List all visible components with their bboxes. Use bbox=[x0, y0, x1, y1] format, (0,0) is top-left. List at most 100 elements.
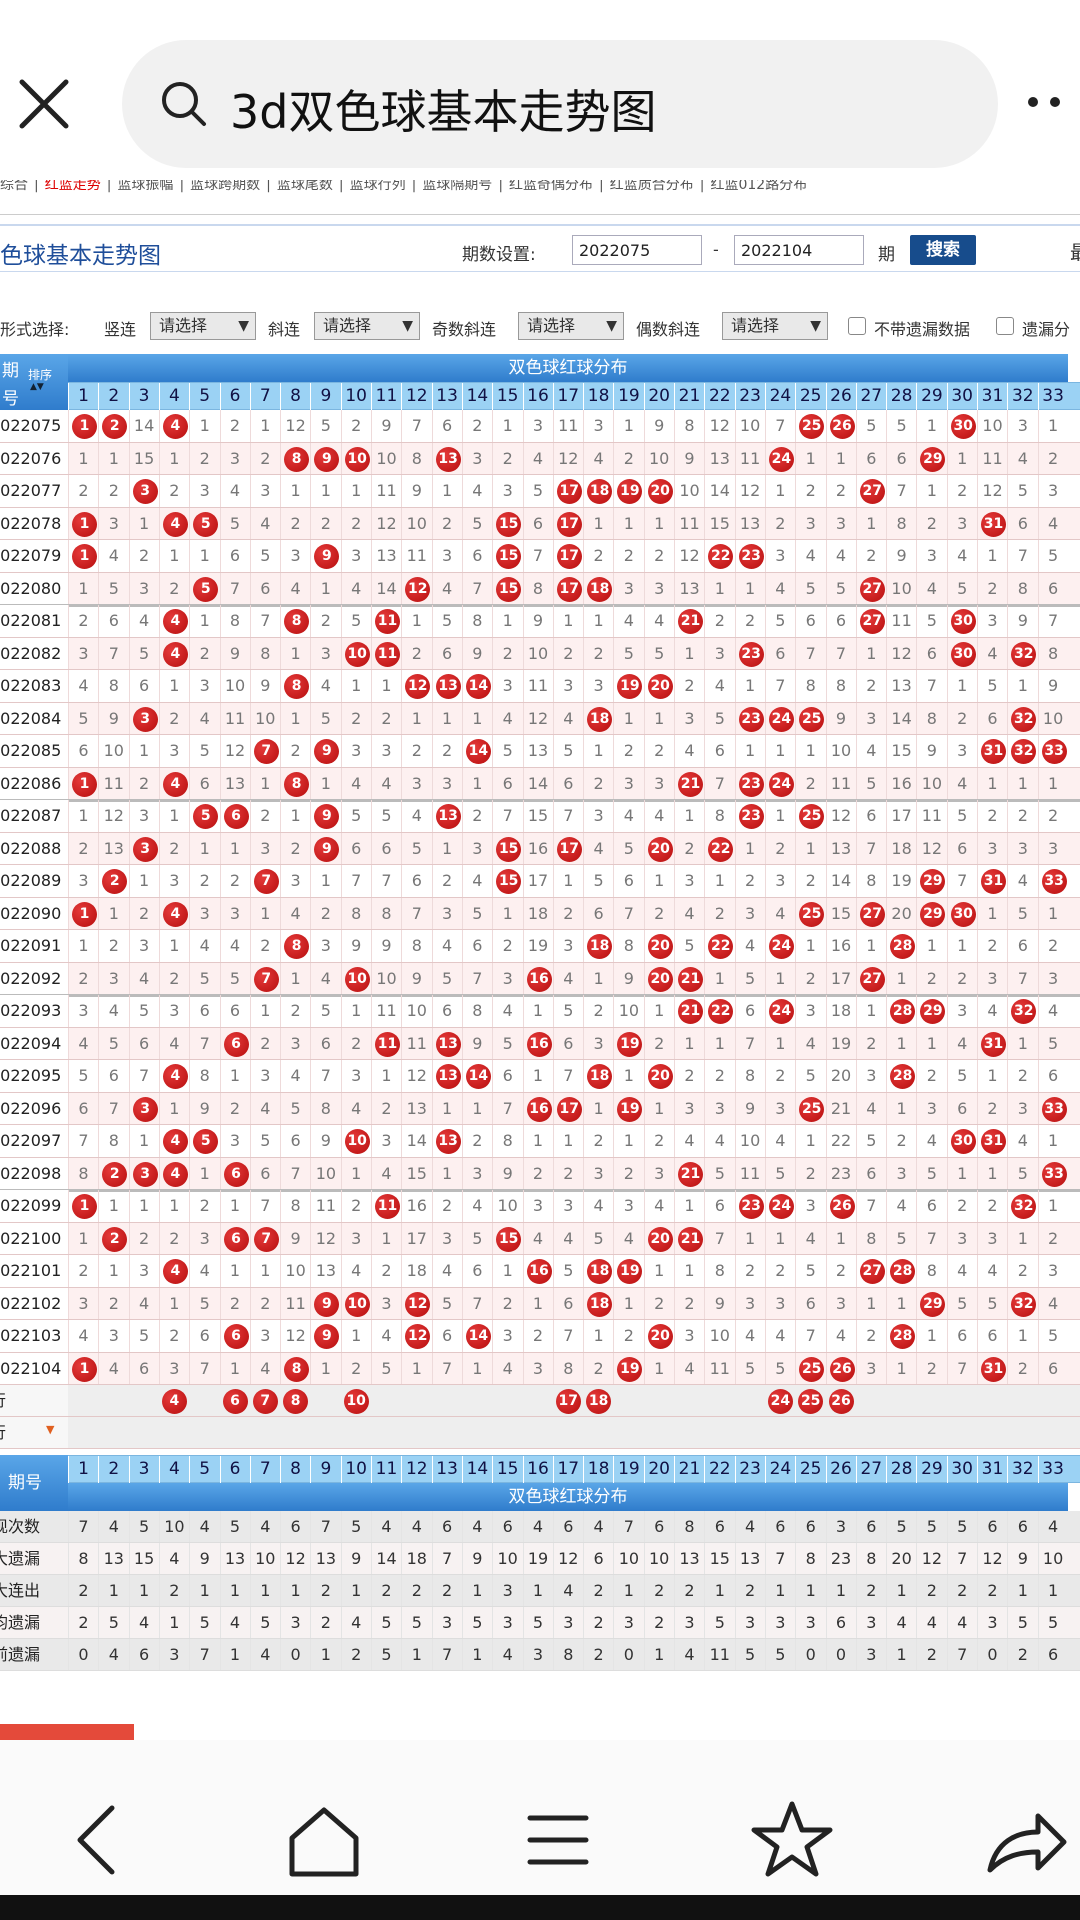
pick-cell[interactable]: 6 bbox=[220, 1385, 250, 1416]
red-ball[interactable]: 32 bbox=[1011, 1194, 1037, 1219]
red-ball[interactable]: 18 bbox=[587, 479, 613, 504]
red-ball[interactable]: 18 bbox=[587, 934, 613, 959]
red-ball[interactable]: 31 bbox=[981, 739, 1006, 764]
red-ball[interactable]: 3 bbox=[132, 706, 158, 732]
red-ball[interactable]: 14 bbox=[465, 1064, 491, 1089]
red-ball[interactable]: 23 bbox=[738, 1194, 764, 1219]
red-ball[interactable]: 2 bbox=[102, 414, 128, 439]
red-ball[interactable]: 1 bbox=[72, 511, 97, 537]
red-ball[interactable]: 29 bbox=[920, 1291, 946, 1317]
diagonal-select[interactable]: 请选择 ▼ bbox=[314, 312, 420, 340]
red-ball[interactable]: 7 bbox=[253, 869, 279, 894]
red-ball[interactable]: 1 bbox=[72, 1356, 97, 1382]
red-ball[interactable]: 1 bbox=[72, 771, 97, 797]
red-ball[interactable]: 21 bbox=[678, 1226, 703, 1252]
close-icon[interactable] bbox=[12, 72, 76, 136]
red-ball[interactable]: 17 bbox=[556, 479, 582, 504]
red-ball[interactable]: 24 bbox=[768, 934, 794, 959]
red-ball[interactable]: 17 bbox=[556, 544, 582, 569]
red-ball[interactable]: 12 bbox=[405, 576, 431, 602]
red-ball[interactable]: 22 bbox=[708, 934, 734, 959]
sort-button[interactable]: 排序 bbox=[28, 366, 52, 383]
red-ball[interactable]: 4 bbox=[162, 1161, 188, 1187]
red-ball[interactable]: 32 bbox=[1011, 999, 1037, 1024]
red-ball[interactable]: 5 bbox=[193, 1129, 219, 1154]
red-ball[interactable]: 30 bbox=[950, 641, 976, 667]
nav-link[interactable]: 红蓝走势 bbox=[45, 180, 101, 193]
red-ball[interactable]: 20 bbox=[647, 966, 673, 992]
miss-layer-checkbox[interactable] bbox=[996, 317, 1014, 335]
red-ball[interactable]: 3 bbox=[132, 1161, 158, 1187]
red-ball[interactable]: 4 bbox=[162, 641, 188, 667]
red-ball[interactable]: 19 bbox=[617, 1096, 643, 1122]
red-ball[interactable]: 3 bbox=[132, 836, 158, 862]
red-ball[interactable]: 19 bbox=[617, 1259, 643, 1284]
red-ball[interactable]: 12 bbox=[405, 674, 431, 699]
red-ball[interactable]: 9 bbox=[314, 1291, 340, 1317]
red-ball[interactable]: 4 bbox=[161, 1389, 187, 1414]
red-ball[interactable]: 21 bbox=[678, 999, 703, 1024]
red-ball[interactable]: 15 bbox=[496, 576, 522, 602]
red-ball[interactable]: 5 bbox=[193, 576, 219, 602]
red-ball[interactable]: 22 bbox=[708, 836, 734, 862]
red-ball[interactable]: 7 bbox=[253, 1226, 279, 1252]
red-ball[interactable]: 4 bbox=[162, 1064, 188, 1089]
red-ball[interactable]: 10 bbox=[344, 1129, 370, 1154]
red-ball[interactable]: 8 bbox=[284, 609, 310, 634]
red-ball[interactable]: 32 bbox=[1011, 1291, 1037, 1317]
red-ball[interactable]: 23 bbox=[738, 544, 764, 569]
red-ball[interactable]: 29 bbox=[920, 446, 946, 472]
red-ball[interactable]: 31 bbox=[981, 511, 1006, 537]
red-ball[interactable]: 30 bbox=[950, 414, 976, 439]
red-ball[interactable]: 31 bbox=[981, 869, 1006, 894]
red-ball[interactable]: 30 bbox=[950, 901, 976, 927]
red-ball[interactable]: 24 bbox=[768, 1194, 794, 1219]
red-ball[interactable]: 4 bbox=[162, 609, 188, 634]
red-ball[interactable]: 6 bbox=[223, 1031, 249, 1057]
red-ball[interactable]: 33 bbox=[1041, 869, 1067, 894]
red-ball[interactable]: 13 bbox=[435, 1031, 461, 1057]
search-button[interactable]: 搜索 bbox=[910, 235, 976, 265]
red-ball[interactable]: 25 bbox=[799, 1356, 825, 1382]
red-ball[interactable]: 15 bbox=[496, 511, 522, 537]
red-ball[interactable]: 23 bbox=[738, 641, 764, 667]
red-ball[interactable]: 9 bbox=[314, 739, 340, 764]
red-ball[interactable]: 25 bbox=[799, 1096, 825, 1122]
red-ball[interactable]: 25 bbox=[799, 414, 825, 439]
red-ball[interactable]: 9 bbox=[314, 446, 340, 472]
red-ball[interactable]: 25 bbox=[799, 706, 825, 732]
red-ball[interactable]: 1 bbox=[72, 544, 97, 569]
red-ball[interactable]: 29 bbox=[920, 999, 946, 1024]
red-ball[interactable]: 26 bbox=[829, 1356, 855, 1382]
red-ball[interactable]: 10 bbox=[344, 446, 370, 472]
red-ball[interactable]: 14 bbox=[465, 674, 491, 699]
bookmark-star-icon[interactable] bbox=[742, 1790, 842, 1890]
more-icon[interactable] bbox=[1020, 85, 1080, 125]
red-ball[interactable]: 9 bbox=[314, 1324, 340, 1349]
red-ball[interactable]: 15 bbox=[496, 836, 522, 862]
pick-cell[interactable]: 10 bbox=[341, 1385, 371, 1416]
red-ball[interactable]: 19 bbox=[617, 674, 643, 699]
red-ball[interactable]: 18 bbox=[586, 1389, 612, 1414]
red-ball[interactable]: 20 bbox=[647, 1226, 673, 1252]
red-ball[interactable]: 13 bbox=[435, 1064, 461, 1089]
red-ball[interactable]: 11 bbox=[375, 609, 400, 634]
red-ball[interactable]: 1 bbox=[72, 1194, 97, 1219]
red-ball[interactable]: 7 bbox=[252, 1389, 278, 1414]
period-start-input[interactable] bbox=[572, 235, 702, 265]
red-ball[interactable]: 13 bbox=[435, 804, 461, 829]
red-ball[interactable]: 24 bbox=[767, 1389, 793, 1414]
red-ball[interactable]: 27 bbox=[859, 966, 885, 992]
red-ball[interactable]: 24 bbox=[768, 999, 794, 1024]
red-ball[interactable]: 12 bbox=[405, 1324, 431, 1349]
red-ball[interactable]: 1 bbox=[72, 414, 97, 439]
red-ball[interactable]: 14 bbox=[465, 1324, 491, 1349]
red-ball[interactable]: 32 bbox=[1011, 641, 1037, 667]
pick-cell[interactable]: 18 bbox=[583, 1385, 613, 1416]
red-ball[interactable]: 33 bbox=[1041, 1161, 1067, 1187]
red-ball[interactable]: 24 bbox=[768, 771, 794, 797]
red-ball[interactable]: 18 bbox=[587, 1259, 613, 1284]
red-ball[interactable]: 29 bbox=[920, 869, 946, 894]
nav-link[interactable]: 蓝球跨期数 bbox=[190, 180, 260, 193]
red-ball[interactable]: 12 bbox=[405, 1291, 431, 1317]
